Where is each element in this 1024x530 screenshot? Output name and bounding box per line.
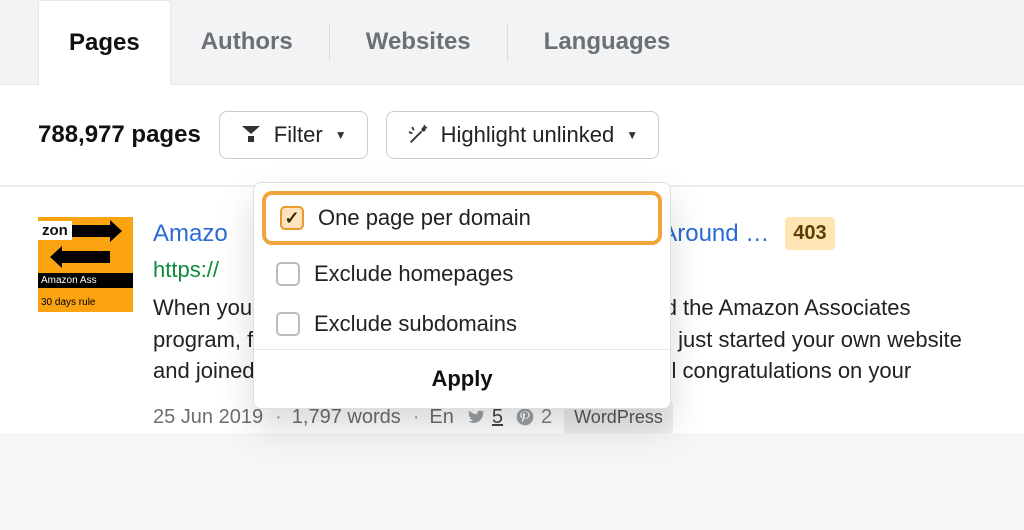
thumb-rule: 30 days rule bbox=[41, 297, 95, 308]
option-label: One page per domain bbox=[318, 205, 531, 231]
checkbox-icon[interactable] bbox=[276, 312, 300, 336]
result-count: 788,977 pages bbox=[38, 121, 201, 149]
status-badge: 403 bbox=[785, 217, 834, 250]
tab-websites[interactable]: Websites bbox=[336, 0, 501, 85]
result-date: 25 Jun 2019 bbox=[153, 403, 263, 432]
result-thumbnail[interactable]: zon Amazon Ass 30 days rule bbox=[38, 217, 133, 312]
title-fragment: Amazo bbox=[153, 220, 228, 247]
arrow-icon bbox=[72, 225, 112, 237]
filter-option-exclude-subdomains[interactable]: Exclude subdomains bbox=[254, 299, 670, 349]
filter-icon bbox=[240, 124, 262, 146]
tab-languages[interactable]: Languages bbox=[514, 0, 701, 85]
thumb-band: Amazon Ass bbox=[38, 273, 133, 288]
filter-option-exclude-homepages[interactable]: Exclude homepages bbox=[254, 249, 670, 299]
option-label: Exclude subdomains bbox=[314, 311, 517, 337]
arrow-icon bbox=[60, 251, 110, 263]
filter-option-one-per-domain[interactable]: One page per domain bbox=[262, 191, 662, 245]
separator bbox=[329, 23, 330, 61]
highlight-label: Highlight unlinked bbox=[441, 122, 615, 148]
pinterest-icon bbox=[515, 407, 535, 427]
highlight-unlinked-button[interactable]: Highlight unlinked ▼ bbox=[386, 111, 660, 159]
chevron-down-icon: ▼ bbox=[335, 128, 347, 142]
filter-dropdown: One page per domain Exclude homepages Ex… bbox=[253, 182, 671, 409]
twitter-icon bbox=[466, 407, 486, 427]
toolbar: 788,977 pages Filter ▼ Highlight unlinke… bbox=[0, 85, 1024, 186]
checkbox-checked-icon[interactable] bbox=[280, 206, 304, 230]
checkbox-icon[interactable] bbox=[276, 262, 300, 286]
magic-wand-icon bbox=[407, 124, 429, 146]
filter-button[interactable]: Filter ▼ bbox=[219, 111, 368, 159]
tab-pages[interactable]: Pages bbox=[38, 0, 171, 85]
apply-button[interactable]: Apply bbox=[254, 349, 670, 408]
separator bbox=[507, 23, 508, 61]
filter-label: Filter bbox=[274, 122, 323, 148]
tabs-bar: Pages Authors Websites Languages bbox=[0, 0, 1024, 85]
chevron-down-icon: ▼ bbox=[626, 128, 638, 142]
url-fragment: https:// bbox=[153, 257, 219, 282]
tab-authors[interactable]: Authors bbox=[171, 0, 323, 85]
thumb-text: zon bbox=[38, 221, 72, 240]
option-label: Exclude homepages bbox=[314, 261, 513, 287]
